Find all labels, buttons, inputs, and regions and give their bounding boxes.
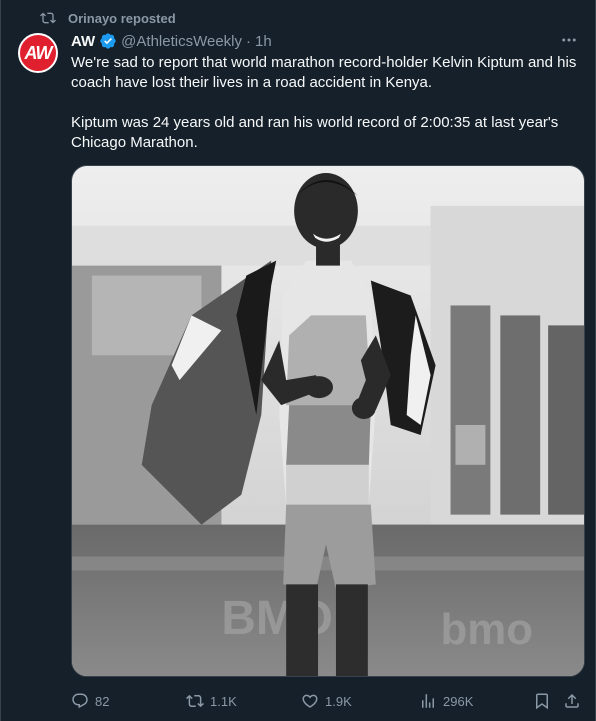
- reply-count: 82: [95, 693, 110, 709]
- repost-indicator[interactable]: Orinayo reposted: [40, 9, 176, 27]
- svg-text:bmo: bmo: [441, 605, 533, 654]
- share-icon: [565, 693, 579, 708]
- timestamp[interactable]: 1h: [255, 33, 272, 50]
- handle[interactable]: @AthleticsWeekly: [121, 33, 242, 50]
- analytics-icon: [422, 694, 434, 708]
- runner-photo-image: BMO bmo: [72, 166, 584, 676]
- views-count: 296K: [443, 693, 474, 709]
- separator-dot: ·: [246, 32, 251, 50]
- heart-icon: [302, 694, 318, 708]
- avatar[interactable]: AW: [18, 33, 58, 73]
- tweet-header: AW @AthleticsWeekly · 1h: [71, 30, 272, 52]
- verified-badge-icon[interactable]: [99, 32, 117, 50]
- action-bar: 82 1.1K 1.9K 296K: [71, 690, 585, 712]
- tweet-paragraph-1: We're sad to report that world marathon …: [71, 54, 577, 91]
- views-button[interactable]: 296K: [419, 692, 473, 710]
- repost-count: 1.1K: [210, 693, 237, 709]
- repost-label: Orinayo reposted: [68, 10, 176, 26]
- tweet-text: We're sad to report that world marathon …: [71, 53, 581, 153]
- like-count: 1.9K: [325, 693, 352, 709]
- more-options-button[interactable]: [559, 30, 579, 50]
- reply-button[interactable]: 82: [71, 692, 109, 710]
- repost-button[interactable]: 1.1K: [186, 692, 237, 710]
- bookmark-button[interactable]: [533, 692, 551, 710]
- reply-icon: [72, 693, 88, 709]
- tweet-photo[interactable]: BMO bmo: [71, 165, 585, 677]
- tweet-paragraph-2: Kiptum was 24 years old and ran his worl…: [71, 114, 559, 151]
- tweet[interactable]: Orinayo reposted AW AW @AthleticsWeekly …: [0, 0, 596, 721]
- more-icon: [562, 38, 576, 42]
- display-name[interactable]: AW: [71, 33, 95, 50]
- share-button[interactable]: [563, 692, 581, 710]
- avatar-logo: AW: [24, 42, 53, 63]
- like-button[interactable]: 1.9K: [301, 692, 352, 710]
- repost-icon: [186, 694, 204, 708]
- bookmark-icon: [536, 693, 548, 710]
- repost-icon: [40, 12, 56, 24]
